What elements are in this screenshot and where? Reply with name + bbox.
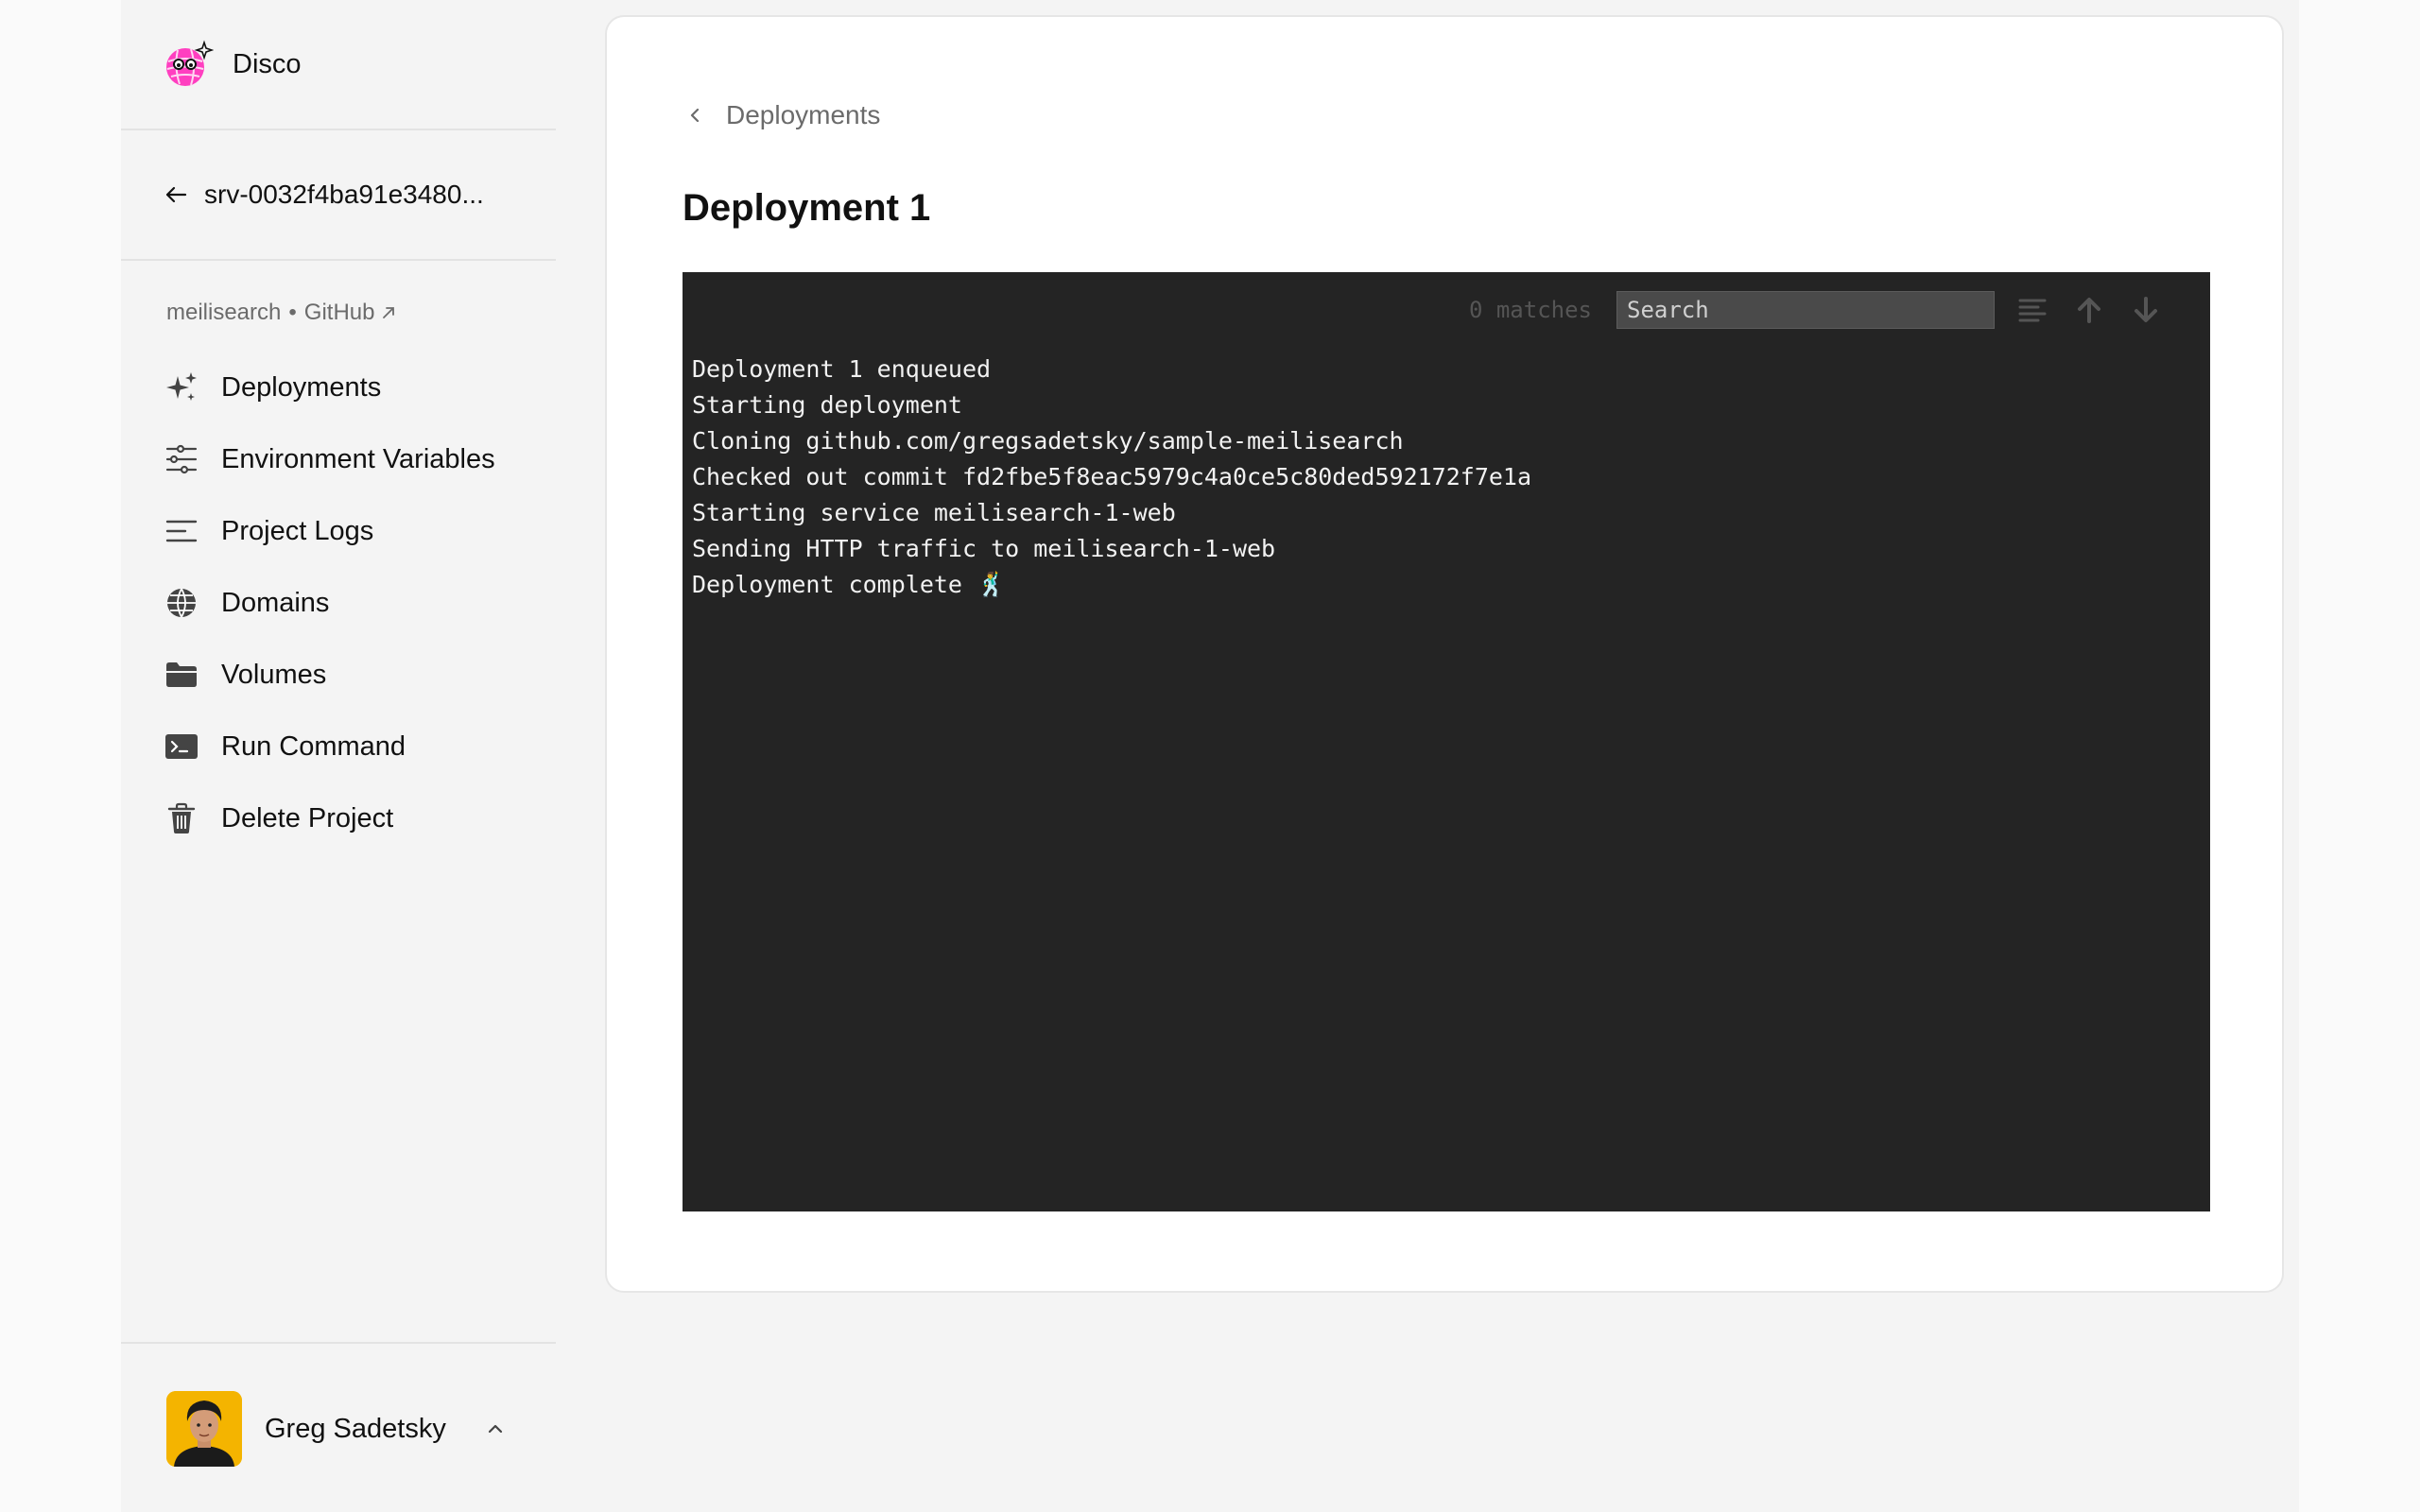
nav-label: Volumes [221,659,327,690]
chevron-up-icon [488,1424,502,1434]
server-name: srv-0032f4ba91e3480... [204,180,484,209]
sidebar: Disco srv-0032f4ba91e3480... meilisearch… [121,0,556,1512]
avatar [166,1391,242,1467]
log-line: Checked out commit fd2fbe5f8eac5979c4a0c… [692,463,1532,490]
nav-item-deployments[interactable]: Deployments [163,352,541,423]
breadcrumb-deployments[interactable]: Deployments [684,96,880,134]
log-line: Starting service meilisearch-1-web [692,499,1176,526]
deployment-log-terminal[interactable]: 0 matches Deployment 1 enqueued Starting… [683,272,2210,1211]
app-shell: Disco srv-0032f4ba91e3480... meilisearch… [121,0,2299,1512]
log-line: Sending HTTP traffic to meilisearch-1-we… [692,535,1276,562]
brand[interactable]: Disco [163,38,302,91]
disco-ball-icon [166,40,214,86]
breadcrumb-label: Deployments [726,100,881,129]
log-output: Deployment 1 enqueued Starting deploymen… [692,352,1531,603]
log-line: Deployment 1 enqueued [692,355,992,383]
nav-item-volumes[interactable]: Volumes [163,639,541,711]
log-line: Deployment complete 🕺 [692,571,1007,598]
project-nav: Deployments Environment Variables Projec… [163,352,541,854]
log-line: Cloning github.com/gregsadetsky/sample-m… [692,427,1404,455]
nav-label: Environment Variables [221,443,495,474]
user-menu[interactable]: Greg Sadetsky [166,1391,507,1467]
sidebar-divider [121,129,556,130]
external-link-icon [383,307,395,318]
page-title: Deployment 1 [683,187,931,229]
main-card: Deployments Deployment 1 0 matches Deplo… [605,15,2284,1293]
nav-item-project-logs[interactable]: Project Logs [163,495,541,567]
globe-icon [163,584,200,622]
nav-label: Delete Project [221,802,394,833]
align-left-icon [2018,299,2047,322]
sparkles-icon [163,369,200,406]
nav-item-domains[interactable]: Domains [163,567,541,639]
terminal-search-toolbar: 0 matches [1469,291,2210,329]
nav-item-environment-variables[interactable]: Environment Variables [163,423,541,495]
arrow-down-icon [2135,297,2157,322]
page-margin-right [2299,0,2420,1512]
nav-label: Project Logs [221,515,374,546]
previous-match-button[interactable] [2070,291,2108,329]
brand-name: Disco [233,48,302,79]
terminal-search-input[interactable] [1616,291,1995,329]
terminal-icon [163,728,200,765]
nav-item-run-command[interactable]: Run Command [163,711,541,782]
arrow-left-icon [165,186,187,203]
separator-dot: • [288,300,297,325]
trash-icon [163,799,200,837]
nav-label: Deployments [221,371,382,403]
github-link-label: GitHub [303,300,375,325]
user-name: Greg Sadetsky [265,1413,446,1444]
toggle-wrap-button[interactable] [2014,291,2051,329]
sidebar-divider [121,259,556,261]
search-match-count: 0 matches [1468,297,1592,323]
project-name: meilisearch [166,300,282,325]
github-link[interactable]: GitHub [304,300,398,326]
back-to-server-link[interactable]: srv-0032f4ba91e3480... [163,176,484,214]
project-source-line: meilisearch • GitHub [166,299,397,327]
lines-icon [163,512,200,550]
chevron-left-icon [690,108,700,123]
arrow-up-icon [2078,298,2100,323]
nav-label: Domains [221,587,330,618]
log-line: Starting deployment [692,391,962,419]
sidebar-divider [121,1342,556,1344]
folder-icon [163,656,200,694]
nav-label: Run Command [221,730,406,762]
next-match-button[interactable] [2127,291,2165,329]
nav-item-delete-project[interactable]: Delete Project [163,782,541,854]
sliders-icon [163,440,200,478]
page-margin-left [0,0,121,1512]
